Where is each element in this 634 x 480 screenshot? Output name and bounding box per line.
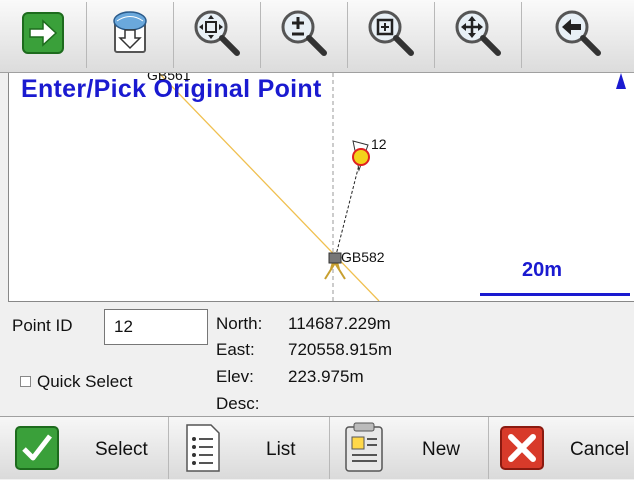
new-label: New <box>422 439 461 460</box>
zoom-extents-icon <box>191 7 243 64</box>
point-id-label: Point ID <box>12 316 73 335</box>
zoom-plus-minus-icon <box>278 7 330 64</box>
zoom-window-button[interactable] <box>348 2 435 68</box>
elev-value: 223.975m <box>288 367 364 386</box>
desc-label: Desc: <box>216 394 260 413</box>
back-button[interactable] <box>522 2 634 68</box>
next-button[interactable] <box>0 2 87 68</box>
scale-label: 20m <box>522 259 563 281</box>
map-view[interactable]: Enter/Pick Original Point GB561 12 GB582… <box>8 73 634 302</box>
north-arrow-icon <box>616 73 626 89</box>
cancel-button[interactable]: Cancel <box>489 417 634 479</box>
cancel-label: Cancel <box>570 439 630 460</box>
zoom-extents-button[interactable] <box>174 2 261 68</box>
zoom-window-icon <box>365 7 417 64</box>
list-icon <box>183 423 223 478</box>
cancel-x-icon <box>499 425 545 476</box>
quick-select-label: Quick Select <box>37 372 133 391</box>
north-value: 114687.229m <box>288 314 391 333</box>
point-label-gb561: GB561 <box>147 73 191 83</box>
globe-download-icon <box>105 8 155 63</box>
pan-icon <box>452 7 504 64</box>
scale-bar <box>480 293 630 296</box>
list-label: List <box>266 439 296 460</box>
new-document-icon <box>342 421 386 480</box>
checkmark-icon <box>14 425 60 476</box>
east-value: 720558.915m <box>288 340 392 359</box>
north-label: North: <box>216 314 263 333</box>
list-button[interactable]: List <box>169 417 330 479</box>
map-download-button[interactable] <box>87 2 174 68</box>
forward-arrow-icon <box>21 11 65 60</box>
quick-select-checkbox[interactable] <box>20 376 31 387</box>
point-id-input[interactable] <box>104 309 208 345</box>
select-button[interactable]: Select <box>0 417 169 479</box>
pan-button[interactable] <box>435 2 522 68</box>
map-toolbar <box>0 0 634 73</box>
new-button[interactable]: New <box>330 417 489 479</box>
elev-label: Elev: <box>216 367 254 386</box>
east-label: East: <box>216 340 255 359</box>
point-label-gb582: GB582 <box>341 249 385 265</box>
back-arrow-icon <box>552 7 604 64</box>
point-label-12: 12 <box>371 136 387 152</box>
select-label: Select <box>95 439 148 460</box>
bottom-toolbar: Select List New Cancel <box>0 416 634 479</box>
zoom-in-out-button[interactable] <box>261 2 348 68</box>
